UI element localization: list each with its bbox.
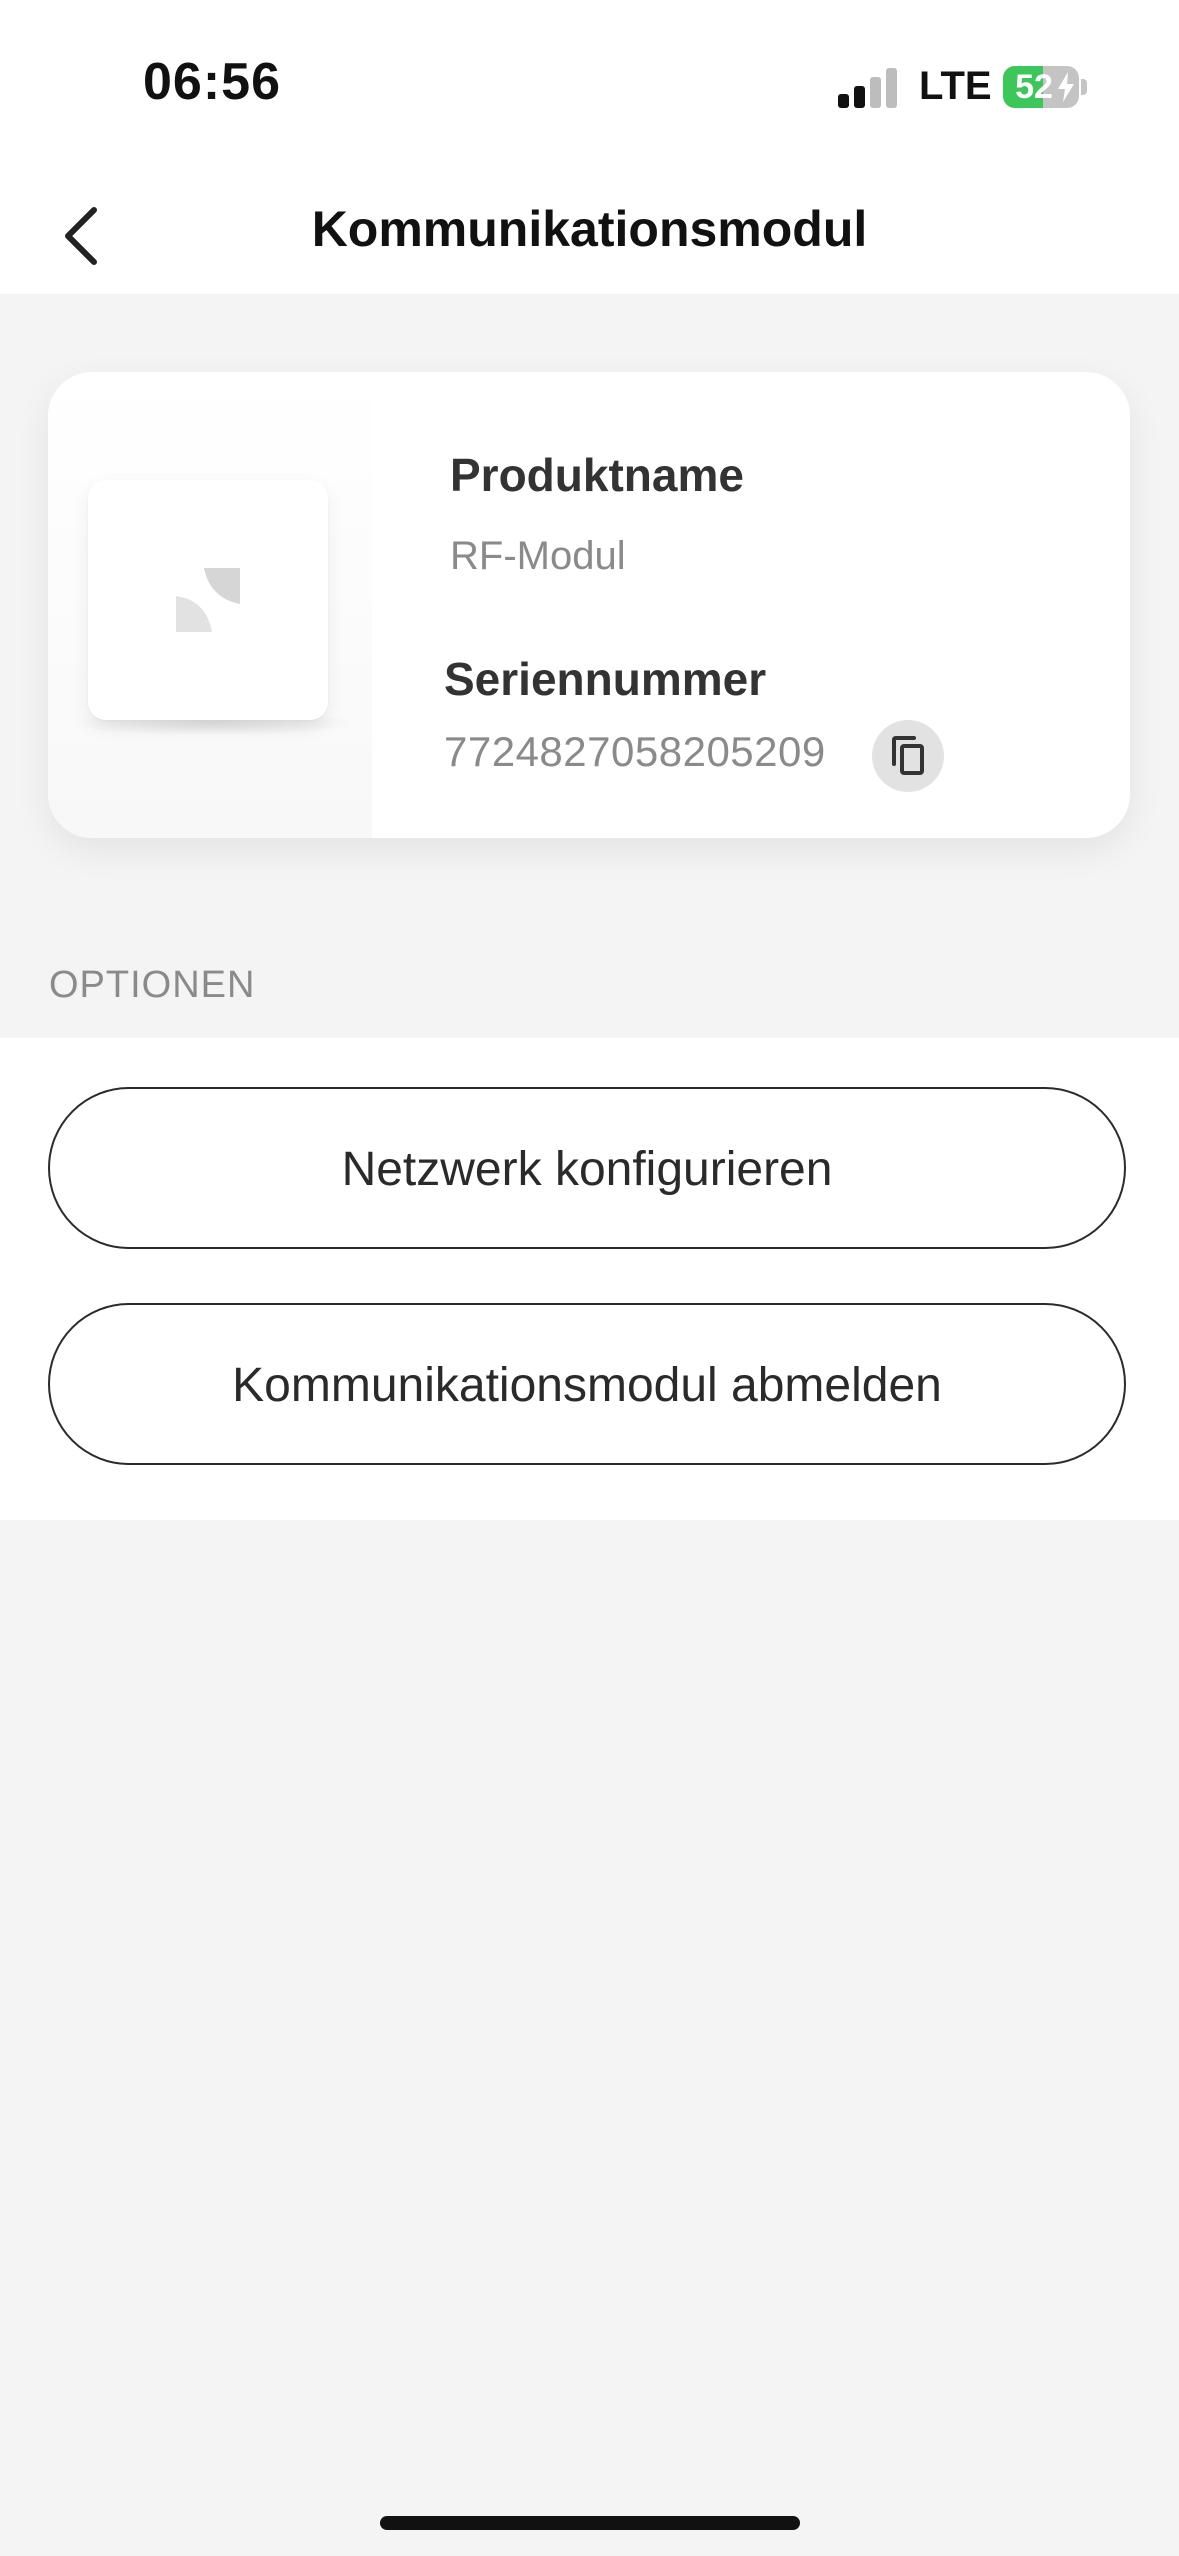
- product-name-label: Produktname: [450, 449, 744, 501]
- device-thumbnail: [88, 480, 328, 720]
- product-name-value: RF-Modul: [450, 534, 626, 578]
- serial-number-label: Seriennummer: [444, 653, 767, 705]
- charging-bolt-icon: [1058, 72, 1074, 102]
- configure-network-button[interactable]: Netzwerk konfigurieren: [48, 1087, 1126, 1249]
- copy-serial-button[interactable]: [872, 720, 944, 792]
- device-info-card: Produktname RF-Modul Seriennummer 772482…: [48, 372, 1130, 838]
- network-type-label: LTE: [919, 64, 992, 108]
- home-indicator[interactable]: [380, 2516, 800, 2530]
- signal-strength-icon: [838, 68, 900, 108]
- battery-percent: 52: [1015, 68, 1053, 106]
- page-title: Kommunikationsmodul: [311, 201, 868, 257]
- serial-number-value: 7724827058205209: [444, 728, 826, 775]
- status-bar: 06:56 LTE 52: [0, 0, 1179, 180]
- device-logo-icon: [176, 568, 240, 632]
- copy-icon: [892, 736, 924, 775]
- navigation-bar: Kommunikationsmodul: [0, 180, 1179, 294]
- options-panel: Netzwerk konfigurieren Kommunikationsmod…: [0, 1038, 1179, 1520]
- options-section-header: OPTIONEN: [49, 964, 256, 1006]
- status-time: 06:56: [143, 53, 281, 111]
- device-thumbnail-panel: [48, 372, 372, 838]
- battery-cap: [1081, 79, 1087, 95]
- unregister-module-button[interactable]: Kommunikationsmodul abmelden: [48, 1303, 1126, 1465]
- battery-icon: 52: [1003, 66, 1079, 108]
